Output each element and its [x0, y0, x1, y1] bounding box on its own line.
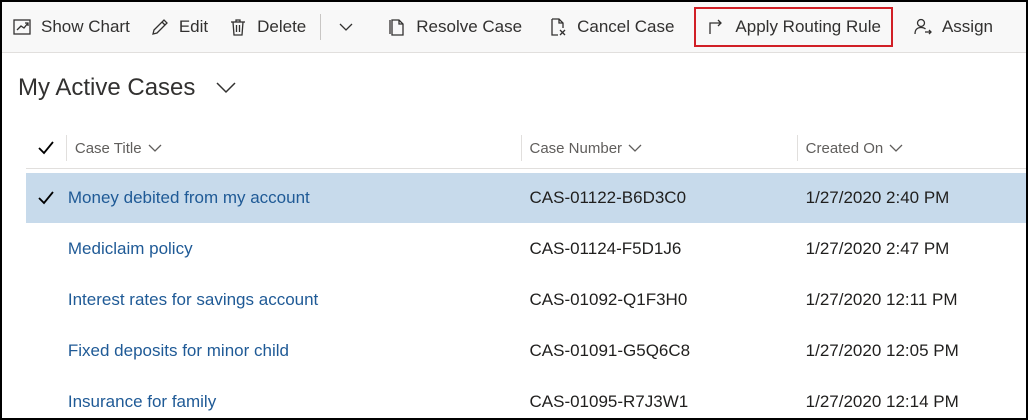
case-title-link[interactable]: Money debited from my account: [66, 188, 521, 208]
assign-button[interactable]: Assign: [903, 9, 1003, 45]
created-on-cell: 1/27/2020 12:14 PM: [805, 392, 959, 411]
table-row[interactable]: Insurance for family CAS-01095-R7J3W1 1/…: [26, 377, 1026, 418]
select-all-checkbox[interactable]: [26, 141, 66, 155]
created-on-cell: 1/27/2020 12:11 PM: [805, 290, 958, 309]
table-row[interactable]: Interest rates for savings account CAS-0…: [26, 275, 1026, 326]
assign-label: Assign: [941, 17, 993, 36]
chevron-down-icon: [216, 82, 236, 94]
table-row[interactable]: Fixed deposits for minor child CAS-01091…: [26, 326, 1026, 377]
column-header-case-title[interactable]: Case Title: [65, 135, 521, 161]
view-selector[interactable]: My Active Cases: [18, 74, 237, 102]
edit-label: Edit: [178, 17, 209, 36]
checkmark-icon: [38, 141, 54, 155]
table-row[interactable]: Mediclaim policy CAS-01124-F5D1J6 1/27/2…: [26, 224, 1026, 275]
trash-icon: [231, 19, 246, 36]
assign-person-icon: [914, 18, 932, 35]
window-frame: Show Chart Edit Delete Resolve Case Canc…: [0, 0, 1028, 420]
row-checkbox[interactable]: [26, 191, 66, 205]
case-title-link[interactable]: Mediclaim policy: [66, 239, 521, 259]
case-title-link[interactable]: Insurance for family: [66, 392, 521, 412]
more-commands-button[interactable]: [325, 9, 367, 45]
chevron-down-icon: [339, 23, 353, 31]
delete-button[interactable]: Delete: [218, 9, 316, 45]
chevron-down-icon: [148, 144, 162, 152]
delete-label: Delete: [257, 17, 307, 36]
column-header-label: Case Number: [529, 139, 623, 157]
case-number-cell: CAS-01122-B6D3C0: [529, 188, 687, 207]
created-on-cell: 1/27/2020 2:47 PM: [805, 239, 950, 258]
edit-button[interactable]: Edit: [140, 9, 218, 45]
apply-routing-rule-label: Apply Routing Rule: [735, 17, 881, 36]
table-row[interactable]: Money debited from my account CAS-01122-…: [26, 173, 1026, 224]
show-chart-button[interactable]: Show Chart: [2, 9, 140, 45]
column-header-label: Case Title: [74, 139, 142, 157]
apply-routing-rule-button[interactable]: Apply Routing Rule: [694, 7, 893, 47]
checkmark-icon: [38, 191, 54, 205]
resolve-case-button[interactable]: Resolve Case: [377, 9, 532, 45]
resolve-case-label: Resolve Case: [416, 17, 523, 36]
column-header-case-number[interactable]: Case Number: [520, 135, 797, 161]
routing-arrow-icon: [709, 19, 723, 34]
created-on-cell: 1/27/2020 2:40 PM: [805, 188, 950, 207]
case-number-cell: CAS-01091-G5Q6C8: [529, 341, 691, 360]
grid-rows: Money debited from my account CAS-01122-…: [26, 173, 1026, 418]
command-bar: Show Chart Edit Delete Resolve Case Canc…: [2, 2, 1026, 53]
cancel-document-icon: [551, 18, 566, 36]
case-title-link[interactable]: Fixed deposits for minor child: [66, 341, 521, 361]
cancel-case-label: Cancel Case: [577, 17, 675, 36]
case-number-cell: CAS-01092-Q1F3H0: [529, 290, 688, 309]
column-header-label: Created On: [805, 139, 884, 157]
case-number-cell: CAS-01095-R7J3W1: [529, 392, 689, 411]
chevron-down-icon: [628, 144, 642, 152]
case-number-cell: CAS-01124-F5D1J6: [529, 239, 682, 258]
chart-icon: [13, 19, 31, 35]
show-chart-label: Show Chart: [41, 17, 130, 36]
cancel-case-button[interactable]: Cancel Case: [538, 9, 684, 45]
case-title-link[interactable]: Interest rates for savings account: [66, 290, 521, 310]
pencil-icon: [151, 19, 168, 35]
view-title: My Active Cases: [18, 74, 196, 101]
created-on-cell: 1/27/2020 12:05 PM: [805, 341, 959, 360]
chevron-down-icon: [889, 144, 903, 152]
column-header-created-on[interactable]: Created On: [796, 135, 1026, 161]
toolbar-divider: [320, 14, 322, 40]
resolve-document-icon: [389, 19, 404, 36]
grid-header: Case Title Case Number Created On: [26, 128, 1026, 169]
